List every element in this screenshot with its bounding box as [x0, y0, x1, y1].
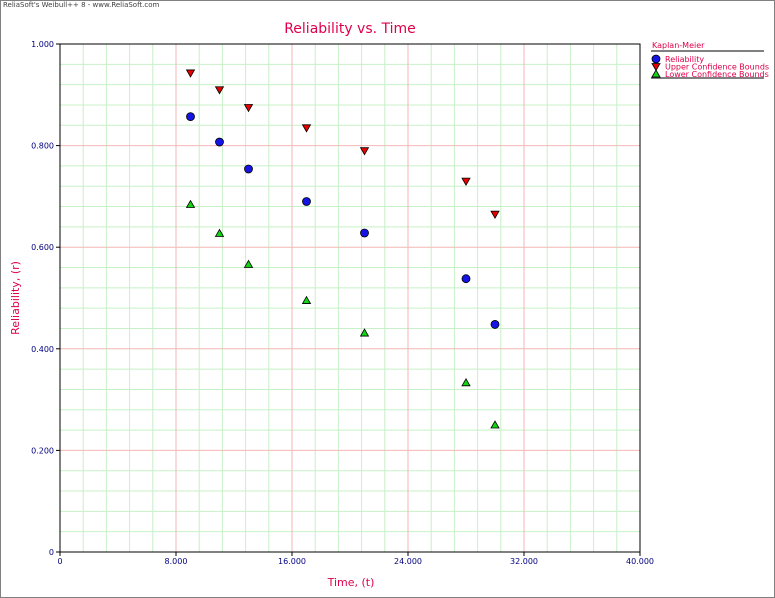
lower-bound-point: [185, 199, 196, 208]
legend-title: Kaplan-Meier: [652, 41, 705, 50]
upper-bound-point: [185, 69, 196, 78]
reliability-point: [461, 274, 471, 284]
y-tick-label: 0.800: [31, 142, 54, 151]
chart-title: Reliability vs. Time: [284, 21, 416, 37]
axis-ticks: 0 8.000 16.000 24.000 32.000 40.000 0 0.200 0.40…: [31, 40, 654, 566]
reliability-point: [244, 164, 253, 174]
reliability-chart: 0 8.000 16.000 24.000 32.000 40.000 0 0.200 0.40…: [9, 21, 769, 589]
reliability-point: [360, 228, 369, 238]
x-axis-label: Time, (t): [327, 576, 375, 589]
x-tick-label: 24.000: [394, 557, 422, 566]
y-tick-label: 0.200: [31, 446, 54, 455]
x-tick-label: 16.000: [278, 557, 306, 566]
legend: Kaplan-Meier ReliabilityUpper Confidence…: [651, 41, 769, 79]
x-tick-label: 0: [57, 557, 62, 566]
reliability-point: [215, 137, 224, 147]
legend-marker-circle: [651, 54, 661, 64]
reliability-point: [186, 112, 195, 122]
lower-bound-point: [461, 378, 471, 387]
y-tick-label: 1.000: [31, 40, 54, 49]
data-marks: [185, 69, 500, 429]
x-tick-label: 32.000: [510, 557, 538, 566]
x-tick-label: 8.000: [165, 557, 188, 566]
y-tick-label: 0.600: [31, 243, 54, 252]
upper-bound-point: [301, 124, 312, 133]
plot-area: [59, 43, 641, 553]
upper-bound-point: [461, 177, 471, 186]
reliability-point: [302, 197, 311, 206]
lower-bound-point: [490, 420, 500, 429]
reliability-point: [490, 320, 500, 329]
y-axis-label: Reliability, (r): [9, 261, 22, 335]
x-tick-label: 40.000: [626, 557, 654, 566]
legend-items: ReliabilityUpper Confidence BoundsLower …: [651, 54, 769, 79]
grid: [60, 44, 640, 552]
legend-marker-triangle-up: [651, 69, 661, 78]
y-tick-label: 0: [49, 548, 54, 557]
upper-bound-point: [490, 210, 500, 219]
lower-bound-point: [301, 295, 312, 304]
y-tick-label: 0.400: [31, 345, 54, 354]
